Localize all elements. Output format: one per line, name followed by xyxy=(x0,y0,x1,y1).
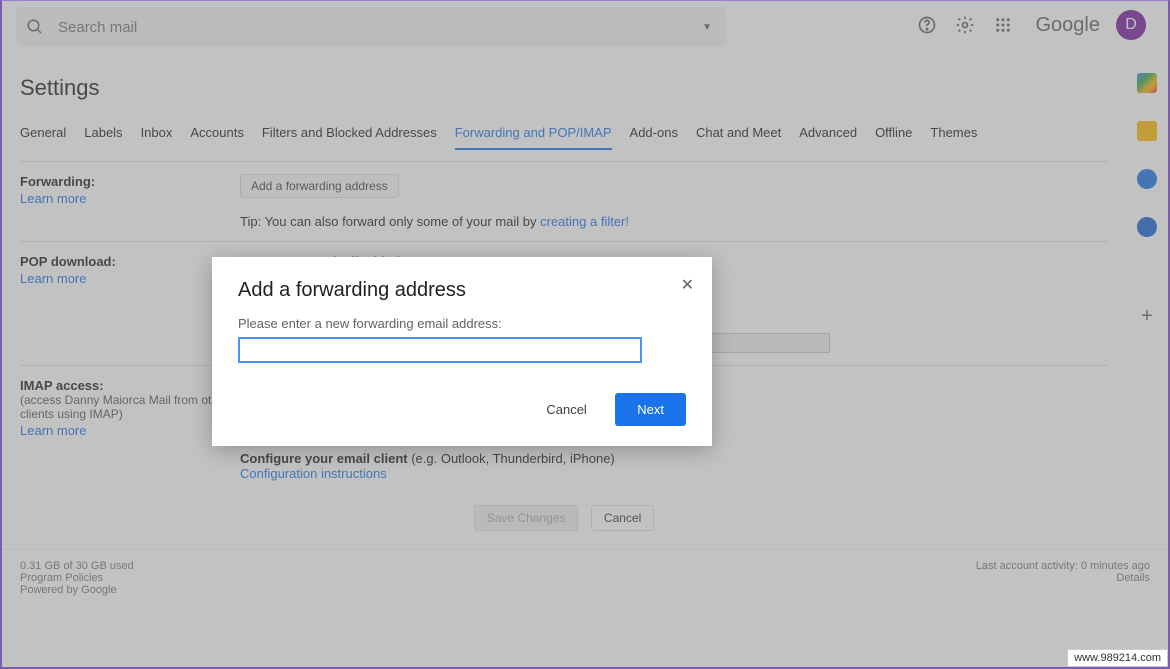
watermark: www.989214.com xyxy=(1067,649,1168,667)
forwarding-email-input[interactable] xyxy=(238,337,642,363)
modal-next-button[interactable]: Next xyxy=(615,393,686,426)
close-icon[interactable]: ✕ xyxy=(681,275,694,295)
add-forwarding-modal: Add a forwarding address ✕ Please enter … xyxy=(212,257,712,446)
modal-title: Add a forwarding address xyxy=(238,279,686,302)
modal-cancel-button[interactable]: Cancel xyxy=(530,394,602,425)
modal-prompt: Please enter a new forwarding email addr… xyxy=(238,316,686,331)
